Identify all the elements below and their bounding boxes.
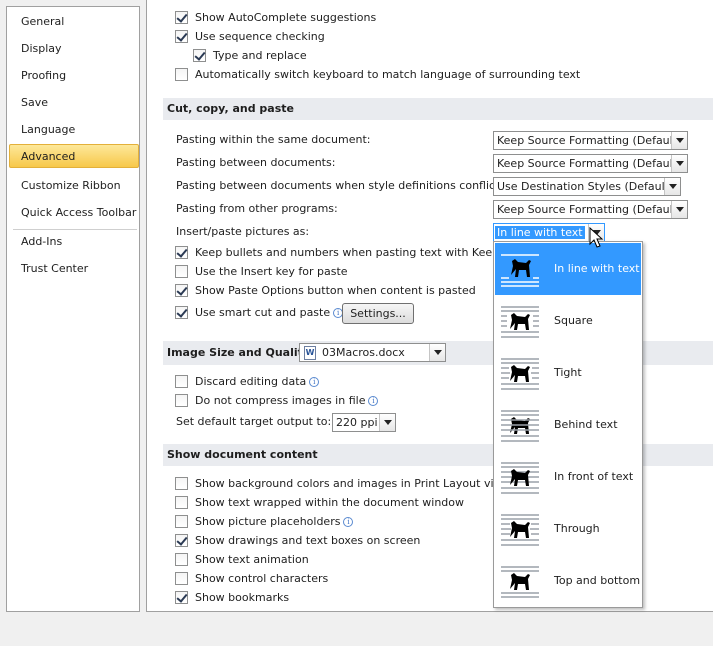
smart-cut-label: Use smart cut and paste i	[195, 304, 344, 322]
paste-conflict-label: Pasting between documents when style def…	[176, 179, 504, 192]
target-output-select[interactable]: 220 ppi	[332, 413, 396, 432]
drawings-textboxes-checkbox[interactable]	[175, 534, 188, 547]
dropdown-option-tight[interactable]: Tight	[495, 347, 641, 399]
paste-within-select[interactable]: Keep Source Formatting (Default)	[493, 131, 688, 150]
through-icon	[501, 514, 539, 546]
info-icon: i	[343, 517, 354, 527]
chevron-down-icon	[379, 414, 395, 431]
sidebar-item-save[interactable]: Save	[8, 91, 138, 115]
text-animation-checkbox[interactable]	[175, 553, 188, 566]
autocomplete-checkbox[interactable]	[175, 11, 188, 24]
auto-keyboard-label: Automatically switch keyboard to match l…	[195, 68, 581, 81]
paste-between-select[interactable]: Keep Source Formatting (Default)	[493, 154, 688, 173]
settings-button[interactable]: Settings...	[342, 303, 414, 324]
sidebar-item-language[interactable]: Language	[8, 118, 138, 142]
background-colors-checkbox[interactable]	[175, 477, 188, 490]
info-icon: i	[368, 396, 379, 406]
sidebar-item-quick-access-toolbar[interactable]: Quick Access Toolbar	[8, 201, 138, 225]
type-replace-checkbox[interactable]	[193, 49, 206, 62]
paste-options-checkbox[interactable]	[175, 284, 188, 297]
mouse-cursor-icon	[589, 227, 604, 248]
insert-pictures-label: Insert/paste pictures as:	[176, 225, 310, 238]
drawings-textboxes-label: Show drawings and text boxes on screen	[195, 534, 421, 547]
paste-options-label: Show Paste Options button when content i…	[195, 284, 476, 297]
auto-keyboard-checkbox[interactable]	[175, 68, 188, 81]
chevron-down-icon	[671, 132, 687, 149]
sidebar-item-proofing[interactable]: Proofing	[8, 64, 138, 88]
paste-between-label: Pasting between documents:	[176, 156, 336, 169]
dropdown-option-label: Through	[554, 522, 600, 535]
dropdown-option-behind[interactable]: Behind text	[495, 399, 641, 451]
discard-editing-checkbox[interactable]	[175, 375, 188, 388]
picture-placeholders-label: Show picture placeholders i	[195, 513, 354, 531]
autocomplete-label: Show AutoComplete suggestions	[195, 11, 377, 24]
paste-within-label: Pasting within the same document:	[176, 133, 371, 146]
sidebar-item-add-ins[interactable]: Add-Ins	[8, 230, 138, 254]
top-bottom-icon	[501, 566, 539, 598]
control-characters-checkbox[interactable]	[175, 572, 188, 585]
insert-key-label: Use the Insert key for paste	[195, 265, 348, 278]
sequence-checking-label: Use sequence checking	[195, 30, 325, 43]
no-compress-label: Do not compress images in file i	[195, 392, 379, 410]
behind-icon	[501, 410, 539, 442]
insert-key-checkbox[interactable]	[175, 265, 188, 278]
bookmarks-label: Show bookmarks	[195, 591, 290, 604]
dropdown-option-top-bottom[interactable]: Top and bottom	[495, 555, 641, 607]
paste-conflict-select[interactable]: Use Destination Styles (Default)	[493, 177, 681, 196]
image-document-select[interactable]: W 03Macros.docx	[299, 343, 446, 362]
sidebar-item-trust-center[interactable]: Trust Center	[8, 257, 138, 281]
dropdown-option-square[interactable]: Square	[495, 295, 641, 347]
front-icon	[501, 462, 539, 494]
section-header-cut-copy-paste: Cut, copy, and paste	[163, 98, 713, 120]
sidebar-item-advanced[interactable]: Advanced	[9, 144, 139, 168]
picture-placeholders-checkbox[interactable]	[175, 515, 188, 528]
chevron-down-icon	[671, 155, 687, 172]
dropdown-option-label: Behind text	[554, 418, 618, 431]
smart-cut-checkbox[interactable]	[175, 306, 188, 319]
discard-editing-label: Discard editing data i	[195, 373, 320, 391]
sidebar-item-general[interactable]: General	[8, 10, 138, 34]
dropdown-option-label: Square	[554, 314, 593, 327]
target-output-label: Set default target output to:	[176, 415, 332, 428]
inline-icon	[501, 254, 539, 287]
chevron-down-icon	[429, 344, 445, 361]
word-document-icon: W	[304, 346, 316, 360]
type-replace-label: Type and replace	[213, 49, 307, 62]
dropdown-option-label: Top and bottom	[554, 574, 641, 587]
control-characters-label: Show control characters	[195, 572, 329, 585]
info-icon: i	[309, 377, 320, 387]
dropdown-option-inline[interactable]: In line with text	[495, 243, 641, 295]
sidebar-item-customize-ribbon[interactable]: Customize Ribbon	[8, 174, 138, 198]
dropdown-option-label: In front of text	[554, 470, 634, 483]
tight-icon	[501, 358, 539, 390]
paste-other-label: Pasting from other programs:	[176, 202, 338, 215]
options-sidebar: General Display Proofing Save Language A…	[6, 6, 140, 612]
no-compress-checkbox[interactable]	[175, 394, 188, 407]
dropdown-option-front[interactable]: In front of text	[495, 451, 641, 503]
dropdown-option-label: Tight	[554, 366, 582, 379]
background-colors-label: Show background colors and images in Pri…	[195, 477, 510, 490]
paste-other-select[interactable]: Keep Source Formatting (Default)	[493, 200, 688, 219]
dropdown-option-through[interactable]: Through	[495, 503, 641, 555]
keep-bullets-label: Keep bullets and numbers when pasting te…	[195, 246, 515, 259]
keep-bullets-checkbox[interactable]	[175, 246, 188, 259]
dropdown-option-label: In line with text	[554, 262, 640, 275]
picture-wrap-dropdown: In line with text Square Tight Behind te…	[493, 241, 643, 608]
chevron-down-icon	[664, 178, 680, 195]
bookmarks-checkbox[interactable]	[175, 591, 188, 604]
square-icon	[501, 306, 539, 338]
text-animation-label: Show text animation	[195, 553, 309, 566]
sidebar-item-display[interactable]: Display	[8, 37, 138, 61]
sequence-checking-checkbox[interactable]	[175, 30, 188, 43]
text-wrapped-label: Show text wrapped within the document wi…	[195, 496, 464, 509]
chevron-down-icon	[671, 201, 687, 218]
text-wrapped-checkbox[interactable]	[175, 496, 188, 509]
